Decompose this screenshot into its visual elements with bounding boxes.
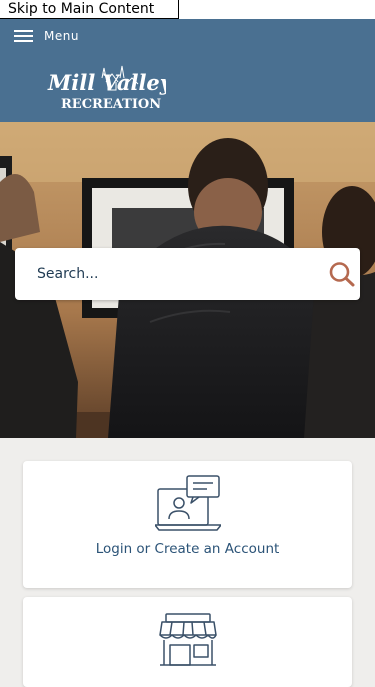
computer-chat-icon — [155, 475, 221, 531]
search-icon[interactable] — [328, 261, 356, 287]
shop-card[interactable] — [23, 597, 352, 687]
mill-valley-recreation-logo[interactable]: Mill Valley RECREATION — [46, 56, 166, 114]
skip-to-main-content-link[interactable]: Skip to Main Content — [0, 0, 179, 19]
hamburger-icon — [14, 29, 33, 43]
menu-label: Menu — [44, 29, 79, 43]
menu-button[interactable]: Menu — [14, 25, 79, 47]
logo-line2: RECREATION — [61, 97, 161, 112]
search-input[interactable] — [37, 262, 307, 286]
search-bar — [15, 248, 360, 300]
site-header: Menu Mill Valley RECREATION — [0, 19, 375, 122]
skip-bar: Skip to Main Content — [0, 0, 375, 19]
login-account-label: Login or Create an Account — [95, 541, 280, 557]
login-account-card[interactable]: Login or Create an Account — [23, 461, 352, 588]
logo-line1: Mill Valley — [47, 70, 166, 95]
storefront-icon — [159, 613, 217, 666]
